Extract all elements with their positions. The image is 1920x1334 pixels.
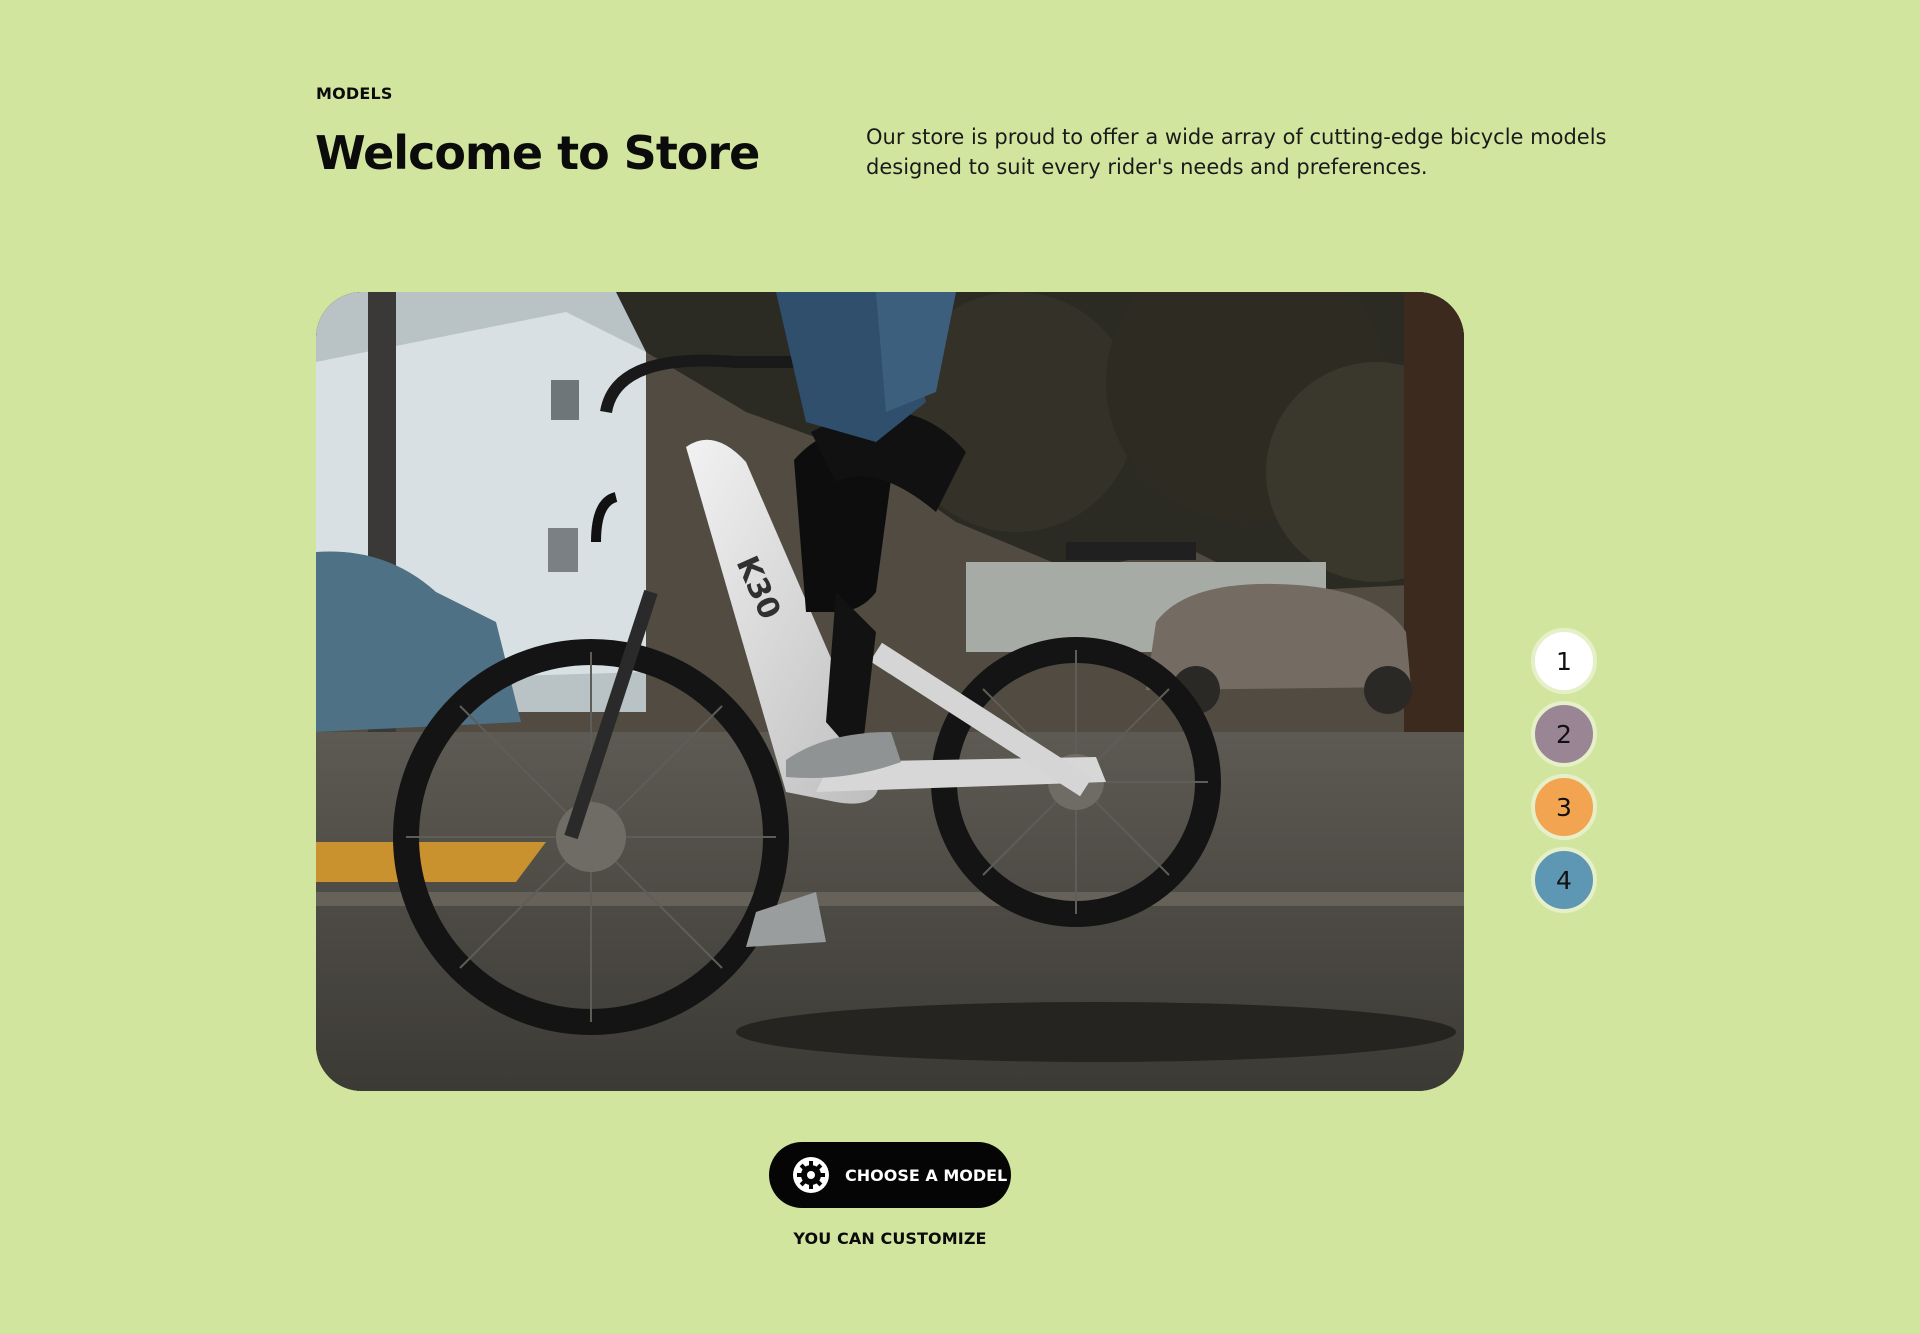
pager-dot-3[interactable]: 3	[1531, 774, 1597, 840]
hero-bicycle-photo: K30	[316, 292, 1464, 1091]
gear-icon	[793, 1157, 829, 1193]
page-title: Welcome to Store	[315, 126, 760, 180]
store-description: Our store is proud to offer a wide array…	[866, 125, 1607, 179]
pager-dot-label: 4	[1556, 865, 1572, 895]
customize-caption: YOU CAN CUSTOMIZE	[793, 1229, 987, 1248]
choose-model-label: CHOOSE A MODEL	[845, 1165, 1008, 1185]
model-pager: 1 2 3 4	[1531, 628, 1597, 920]
pager-dot-4[interactable]: 4	[1531, 847, 1597, 913]
pager-dot-label: 3	[1556, 792, 1572, 822]
pager-dot-label: 1	[1556, 646, 1572, 676]
section-eyebrow: MODELS	[316, 84, 393, 103]
choose-model-button[interactable]: CHOOSE A MODEL	[769, 1142, 1011, 1208]
pager-dot-1[interactable]: 1	[1531, 628, 1597, 694]
pager-dot-label: 2	[1556, 719, 1572, 749]
pager-dot-2[interactable]: 2	[1531, 701, 1597, 767]
